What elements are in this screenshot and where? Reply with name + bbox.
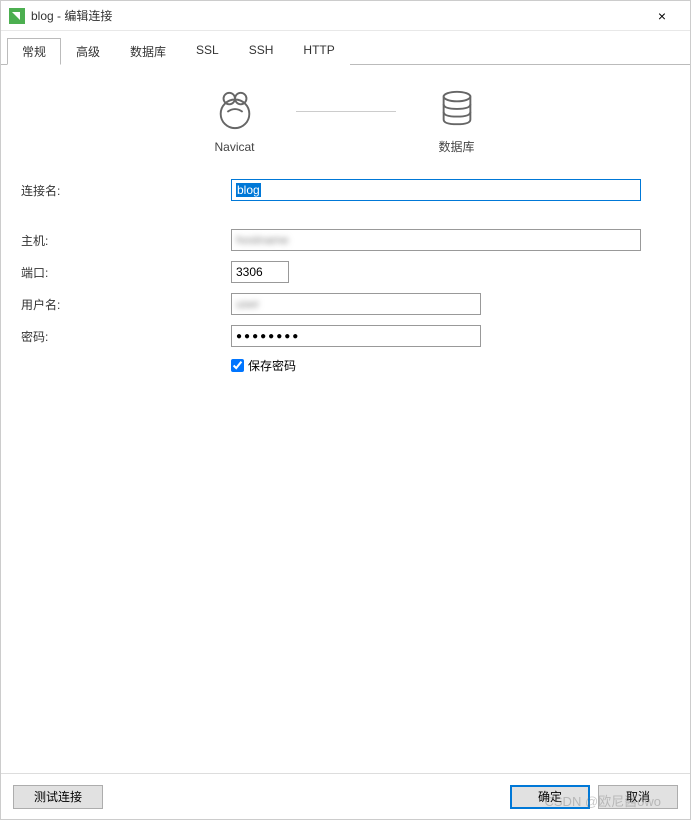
save-password-checkbox[interactable] (231, 359, 244, 372)
row-connection-name: 连接名: blog (21, 179, 670, 201)
password-label: 密码: (21, 328, 231, 345)
row-host: 主机: hostname (21, 229, 670, 251)
database-label: 数据库 (438, 138, 474, 155)
footer: 测试连接 确定 取消 (1, 773, 690, 819)
app-icon (9, 8, 25, 24)
tab-ssl[interactable]: SSL (181, 38, 234, 65)
tab-advanced[interactable]: 高级 (61, 38, 115, 65)
close-icon: × (658, 8, 666, 24)
database-icon-col: 数据库 (436, 87, 478, 155)
database-icon (436, 87, 478, 132)
row-port: 端口: (21, 261, 670, 283)
content-area: Navicat 数据库 连接名: blog 主机: (1, 65, 690, 773)
port-label: 端口: (21, 264, 231, 281)
close-button[interactable]: × (642, 2, 682, 30)
cancel-button[interactable]: 取消 (598, 785, 678, 809)
ok-button[interactable]: 确定 (510, 785, 590, 809)
host-input[interactable]: hostname (231, 229, 641, 251)
connection-name-label: 连接名: (21, 182, 231, 199)
connector-line (296, 111, 396, 112)
save-password-label: 保存密码 (248, 357, 296, 374)
titlebar: blog - 编辑连接 × (1, 1, 690, 31)
icon-row: Navicat 数据库 (21, 87, 670, 155)
password-value: ●●●●●●●● (236, 331, 300, 342)
navicat-label: Navicat (214, 140, 254, 154)
host-value: hostname (236, 233, 289, 247)
footer-right: 确定 取消 (510, 785, 678, 809)
test-connection-button[interactable]: 测试连接 (13, 785, 103, 809)
port-input[interactable] (231, 261, 289, 283)
tab-bar: 常规 高级 数据库 SSL SSH HTTP (1, 37, 690, 65)
password-input[interactable]: ●●●●●●●● (231, 325, 481, 347)
navicat-icon-col: Navicat (214, 89, 256, 154)
navicat-icon (214, 89, 256, 134)
tab-general[interactable]: 常规 (7, 38, 61, 65)
window-title: blog - 编辑连接 (31, 7, 112, 24)
tab-ssh[interactable]: SSH (234, 38, 289, 65)
form: 连接名: blog 主机: hostname 端口: 用户名: user 密码:… (21, 179, 670, 374)
row-password: 密码: ●●●●●●●● (21, 325, 670, 347)
row-username: 用户名: user (21, 293, 670, 315)
row-save-password: 保存密码 (231, 357, 670, 374)
tab-database[interactable]: 数据库 (115, 38, 181, 65)
username-label: 用户名: (21, 296, 231, 313)
connection-name-input[interactable]: blog (231, 179, 641, 201)
host-label: 主机: (21, 232, 231, 249)
username-input[interactable]: user (231, 293, 481, 315)
tab-http[interactable]: HTTP (288, 38, 349, 65)
username-value: user (236, 297, 259, 311)
connection-name-value: blog (236, 183, 261, 197)
